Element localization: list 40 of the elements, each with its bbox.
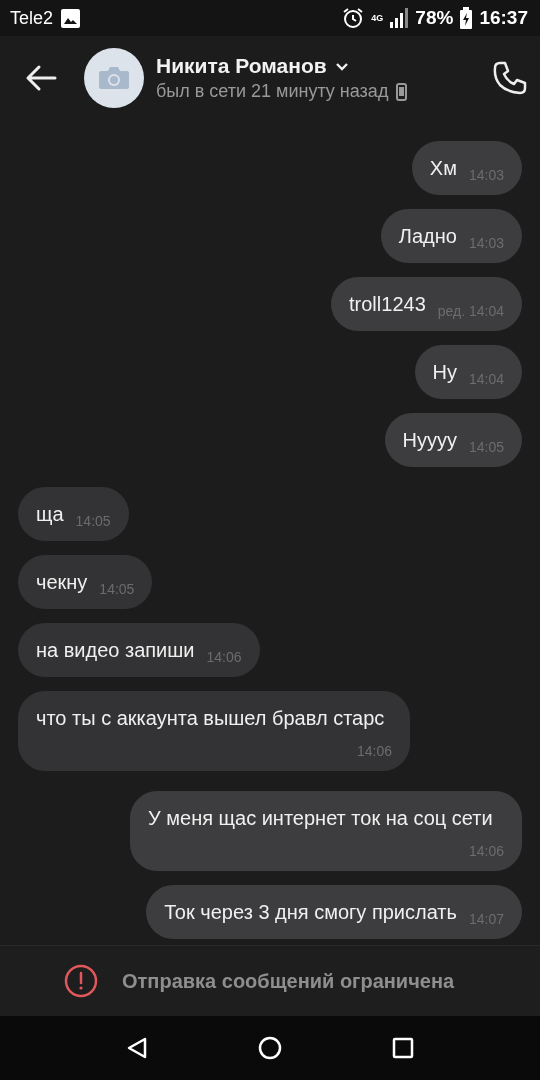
message-bubble[interactable]: на видео запиши 14:06 [18,623,260,677]
message-text: troll1243 [349,293,426,315]
message-text: Ладно [398,225,457,247]
battery-charging-icon [460,7,473,29]
back-nav-button[interactable] [126,1036,148,1060]
warning-icon [64,964,98,998]
message-text: Ну [432,361,457,383]
signal-icon [390,8,409,28]
message-text: Нуууу [402,429,457,451]
mobile-phone-icon [396,82,408,101]
message-time: 14:06 [206,648,242,667]
image-icon [61,8,81,28]
network-type: 4G [371,13,384,23]
message-time: 14:05 [75,512,111,531]
alarm-clock-icon [342,7,365,29]
restriction-notice: Отправка сообщений ограничена [122,969,455,993]
message-text: ща [36,503,64,525]
battery-percent: 78% [415,7,454,29]
back-button[interactable] [24,63,58,93]
message-text: Хм [429,157,457,179]
message-bubble[interactable]: что ты с аккаунта вышел бравл старс 14:06 [18,691,410,771]
call-button[interactable] [492,60,528,96]
message-text: что ты с аккаунта вышел бравл старс [36,707,385,729]
avatar[interactable] [84,48,144,108]
message-text: на видео запиши [36,639,195,661]
message-text: У меня щас интернет ток на соц сети [148,807,493,829]
chevron-down-icon[interactable] [334,61,349,71]
recents-nav-button[interactable] [392,1037,414,1059]
message-text: Ток через 3 дня смогу прислать [164,901,457,923]
message-text: чекну [36,571,88,593]
clock-time: 16:37 [479,7,528,29]
last-seen-status: был в сети 21 минуту назад [156,81,389,102]
home-nav-button[interactable] [258,1036,282,1060]
message-bubble[interactable]: чекну 14:05 [18,555,153,609]
contact-name[interactable]: Никита Романов [156,54,327,78]
message-time: 14:06 [356,742,392,761]
message-bubble[interactable]: ща 14:05 [18,487,129,541]
carrier-name: Tele2 [10,7,54,29]
message-time: 14:05 [99,580,135,599]
camera-icon [99,67,129,89]
